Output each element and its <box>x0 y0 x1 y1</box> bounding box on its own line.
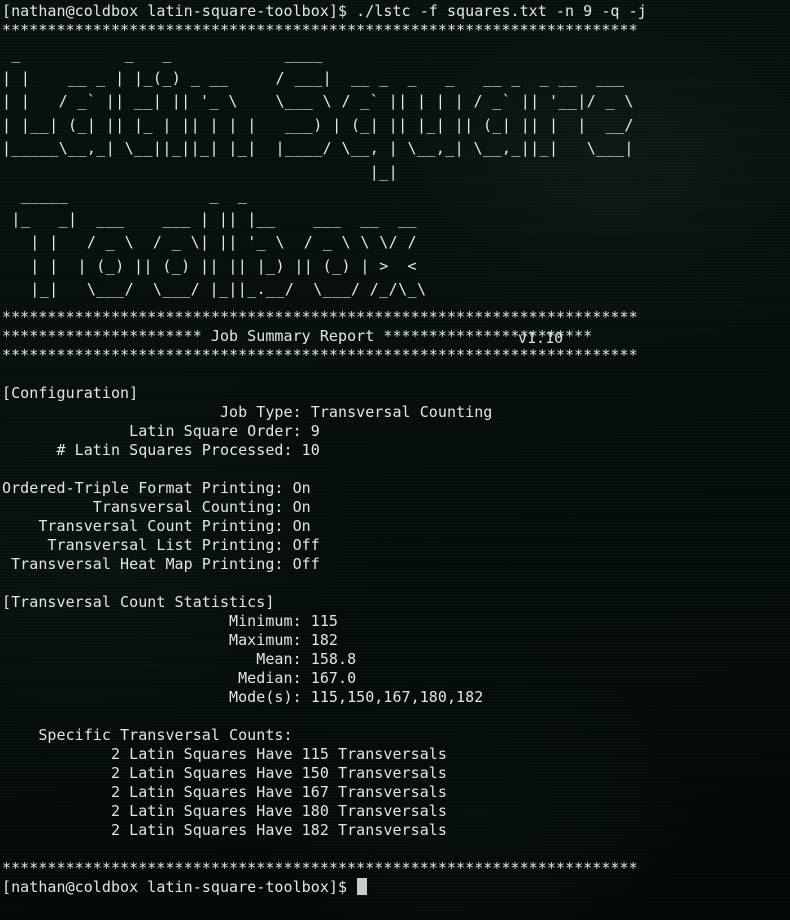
report-body: [Configuration] Job Type: Transversal Co… <box>2 384 790 859</box>
specific-counts-row: 2 Latin Squares Have 150 Transversals <box>2 764 447 782</box>
config-row: Transversal Count Printing: On <box>2 517 311 535</box>
text-cursor <box>357 878 368 895</box>
rule-top: ****************************************… <box>2 21 638 39</box>
specific-counts-row: 2 Latin Squares Have 115 Transversals <box>2 745 447 763</box>
config-row: Transversal Counting: On <box>2 498 311 516</box>
prompt-text: [nathan@coldbox latin-square-toolbox]$ <box>2 878 348 896</box>
section-heading: [Transversal Count Statistics] <box>2 593 275 611</box>
config-row: # Latin Squares Processed: 10 <box>2 441 320 459</box>
config-row: Transversal List Printing: Off <box>2 536 320 554</box>
rule-bottom: ****************************************… <box>2 859 638 877</box>
specific-counts-row: 2 Latin Squares Have 180 Transversals <box>2 802 447 820</box>
config-row: Ordered-Triple Format Printing: On <box>2 479 311 497</box>
config-row: Job Type: Transversal Counting <box>2 403 493 421</box>
command-line: [nathan@coldbox latin-square-toolbox]$ .… <box>2 2 647 20</box>
config-row: Minimum: 115 <box>2 612 338 630</box>
terminal-window[interactable]: [nathan@coldbox latin-square-toolbox]$ .… <box>0 0 790 920</box>
terminal-screen: [nathan@coldbox latin-square-toolbox]$ .… <box>0 0 790 897</box>
specific-counts-row: 2 Latin Squares Have 182 Transversals <box>2 821 447 839</box>
shell-prompt[interactable]: [nathan@coldbox latin-square-toolbox]$ <box>2 878 790 897</box>
report-title-line: ********************** Job Summary Repor… <box>2 327 593 345</box>
ascii-banner-art: _ _ _ ____ | | __ _ | |_(_) _ __ / ___| … <box>2 45 634 298</box>
rule-header-top: ****************************************… <box>2 308 638 326</box>
ascii-banner: _ _ _ ____ | | __ _ | |_(_) _ __ / ___| … <box>2 43 790 347</box>
config-row: Mean: 158.8 <box>2 650 357 668</box>
section-heading: [Configuration] <box>2 384 139 402</box>
rule-header-bottom: ****************************************… <box>2 346 638 364</box>
specific-counts-row: 2 Latin Squares Have 167 Transversals <box>2 783 447 801</box>
config-row: Maximum: 182 <box>2 631 338 649</box>
config-row: Transversal Heat Map Printing: Off <box>2 555 320 573</box>
config-row: Median: 167.0 <box>2 669 357 687</box>
specific-counts-heading: Specific Transversal Counts: <box>2 726 293 744</box>
version-label: v1.10 <box>518 329 564 347</box>
config-row: Latin Square Order: 9 <box>2 422 320 440</box>
config-row: Mode(s): 115,150,167,180,182 <box>2 688 484 706</box>
